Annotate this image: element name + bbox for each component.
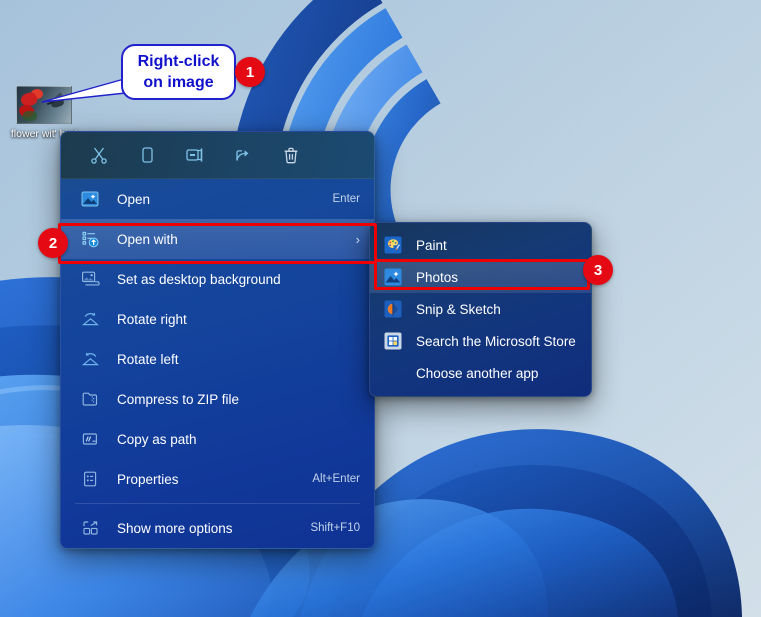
- zip-folder-icon: [77, 388, 103, 410]
- submenu-item-choose-another-app[interactable]: Choose another app: [370, 357, 591, 389]
- menu-item-label: Open: [117, 191, 151, 207]
- submenu-item-label: Photos: [416, 269, 459, 285]
- menu-item-label: Compress to ZIP file: [117, 391, 240, 407]
- menu-item-rotate-left[interactable]: Rotate left: [61, 339, 374, 379]
- context-menu[interactable]: Open Enter Open with › Set as desktop ba…: [60, 131, 375, 549]
- submenu-item-label: Search the Microsoft Store: [416, 333, 576, 349]
- submenu-item-search-microsoft-store[interactable]: Search the Microsoft Store: [370, 325, 591, 357]
- menu-item-label: Show more options: [117, 520, 233, 536]
- menu-item-label: Set as desktop background: [117, 271, 281, 287]
- menu-item-label: Properties: [117, 471, 179, 487]
- menu-item-label: Rotate left: [117, 351, 179, 367]
- menu-item-open[interactable]: Open Enter: [61, 179, 374, 219]
- paint-icon: [383, 235, 403, 255]
- photo-icon: [77, 188, 103, 210]
- desktop-background-icon: [77, 268, 103, 290]
- cut-icon[interactable]: [75, 138, 123, 172]
- menu-item-compress-to-zip[interactable]: Compress to ZIP file: [61, 379, 374, 419]
- menu-item-accelerator: Shift+F10: [310, 522, 360, 534]
- openwith-icon: [77, 228, 103, 250]
- menu-item-show-more-options[interactable]: Show more options Shift+F10: [61, 508, 374, 548]
- menu-item-accelerator: Alt+Enter: [312, 473, 360, 485]
- open-with-submenu[interactable]: Paint Photos Snip & Sketch Search the Mi…: [369, 222, 592, 397]
- submenu-item-paint[interactable]: Paint: [370, 229, 591, 261]
- submenu-item-photos[interactable]: Photos: [370, 261, 591, 293]
- menu-item-properties[interactable]: Properties Alt+Enter: [61, 459, 374, 499]
- menu-item-label: Rotate right: [117, 311, 187, 327]
- photos-icon: [383, 267, 403, 287]
- menu-item-open-with[interactable]: Open with ›: [61, 219, 374, 259]
- menu-item-label: Open with: [117, 231, 178, 247]
- copy-as-path-icon: [77, 428, 103, 450]
- callout-bubble: Right-click on image: [121, 44, 236, 100]
- context-menu-toolbar[interactable]: [61, 132, 374, 179]
- microsoft-store-icon: [383, 331, 403, 351]
- rotate-left-icon: [77, 348, 103, 370]
- rotate-right-icon: [77, 308, 103, 330]
- submenu-item-label: Paint: [416, 237, 447, 253]
- desktop-screen: flower wit' bird Open Enter Open with › …: [0, 0, 761, 617]
- chevron-right-icon: ›: [355, 231, 360, 247]
- step-badge-1: 1: [235, 57, 265, 87]
- submenu-item-label: Snip & Sketch: [416, 301, 501, 317]
- copy-icon[interactable]: [123, 138, 171, 172]
- show-more-options-icon: [77, 517, 103, 539]
- menu-item-accelerator: Enter: [332, 193, 361, 205]
- menu-item-label: Copy as path: [117, 431, 197, 447]
- menu-item-rotate-right[interactable]: Rotate right: [61, 299, 374, 339]
- share-icon[interactable]: [219, 138, 267, 172]
- step-badge-3: 3: [583, 255, 613, 285]
- callout-text: Right-click on image: [137, 53, 220, 91]
- snip-sketch-icon: [383, 299, 403, 319]
- menu-item-copy-as-path[interactable]: Copy as path: [61, 419, 374, 459]
- submenu-item-snip-and-sketch[interactable]: Snip & Sketch: [370, 293, 591, 325]
- image-thumbnail[interactable]: [16, 86, 72, 124]
- properties-icon: [77, 468, 103, 490]
- submenu-item-label: Choose another app: [416, 365, 539, 381]
- delete-icon[interactable]: [267, 138, 315, 172]
- rename-icon[interactable]: [171, 138, 219, 172]
- step-badge-2: 2: [38, 228, 68, 258]
- menu-separator: [75, 503, 360, 504]
- menu-item-set-as-desktop-background[interactable]: Set as desktop background: [61, 259, 374, 299]
